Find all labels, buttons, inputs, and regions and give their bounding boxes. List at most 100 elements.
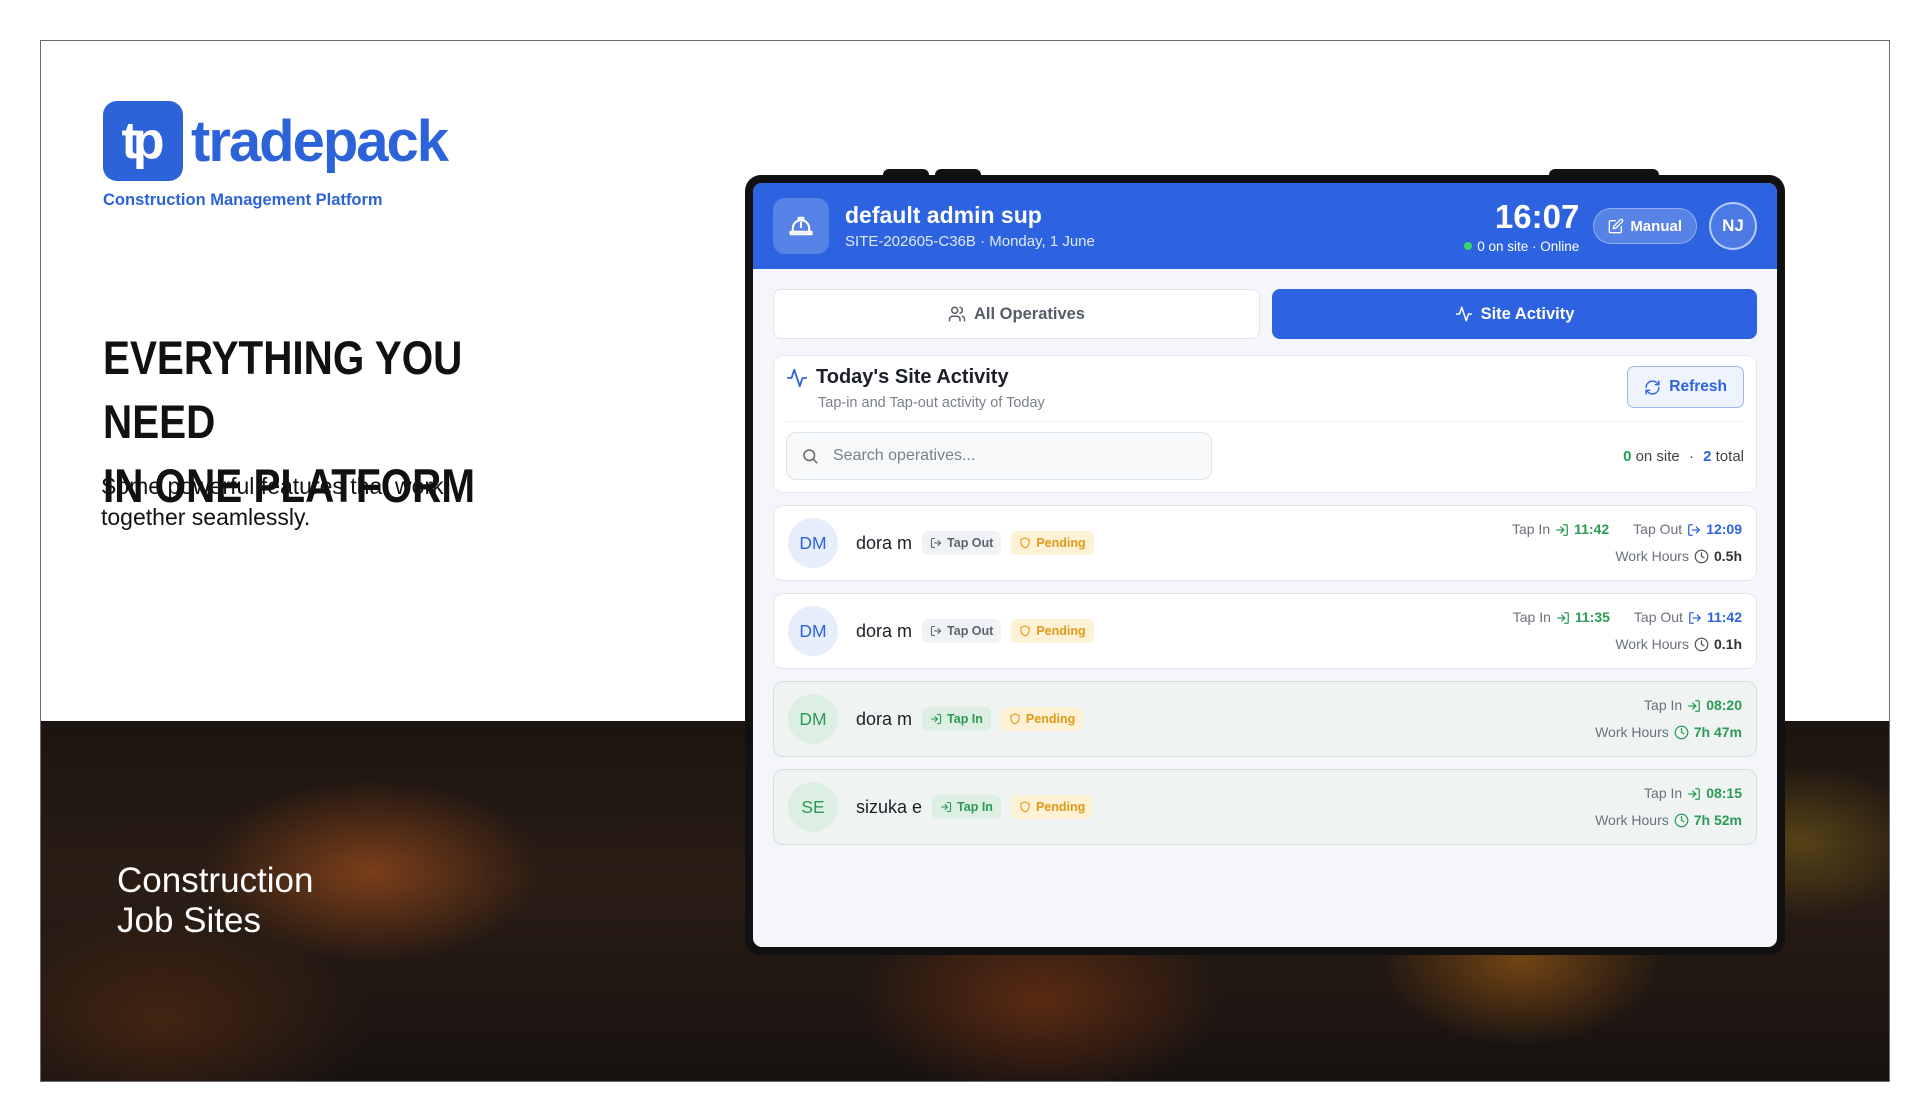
app-header: default admin sup SITE-202605-C36B · Mon… <box>753 183 1777 269</box>
hard-hat-icon <box>773 198 829 254</box>
log-in-icon <box>1688 787 1701 800</box>
activity-row[interactable]: DM dora m Tap Out Pending Tap In 11:35 T… <box>773 593 1757 669</box>
app-screen: default admin sup SITE-202605-C36B · Mon… <box>753 183 1777 947</box>
shield-icon <box>1020 801 1030 813</box>
tab-all-operatives[interactable]: All Operatives <box>773 289 1260 339</box>
status-badge: Tap Out <box>922 619 1002 643</box>
online-dot-icon <box>1464 242 1473 250</box>
tap-in-time: 08:15 <box>1706 785 1742 801</box>
search-icon <box>803 449 818 464</box>
log-in-icon <box>1688 699 1701 712</box>
tab-label: All Operatives <box>974 304 1085 323</box>
activity-row[interactable]: DM dora m Tap In Pending Tap In 08:20 Wo… <box>773 681 1757 757</box>
operative-avatar: DM <box>788 518 838 568</box>
refresh-button[interactable]: Refresh <box>1627 366 1744 408</box>
log-in-icon <box>1556 611 1569 624</box>
log-out-icon <box>930 537 942 549</box>
clock-icon <box>1674 725 1689 740</box>
activity-row[interactable]: DM dora m Tap Out Pending Tap In 11:42 T… <box>773 505 1757 581</box>
search-row: 0 on site · 2 total <box>786 432 1744 480</box>
pending-label: Pending <box>1036 536 1086 550</box>
pending-badge: Pending <box>1010 795 1094 819</box>
activity-icon <box>1455 306 1472 322</box>
tap-times: Tap In 08:20 <box>1595 692 1742 719</box>
view-tabs: All Operatives Site Activity <box>753 269 1777 339</box>
time-summary: Tap In 11:35 Tap Out 11:42 Work Hours 0.… <box>1513 604 1742 658</box>
work-hours: Work Hours 0.1h <box>1513 631 1742 658</box>
panel-header: Today's Site Activity Tap-in and Tap-out… <box>786 366 1744 422</box>
log-in-icon <box>930 713 942 725</box>
log-out-icon <box>1688 523 1701 536</box>
total-label: total <box>1715 447 1744 465</box>
pending-badge: Pending <box>1011 619 1094 643</box>
shield-icon <box>1010 713 1020 725</box>
status-badge: Tap In <box>932 795 1001 819</box>
tap-times: Tap In 11:42 Tap Out 12:09 <box>1512 516 1742 543</box>
tap-in-time: 11:42 <box>1574 521 1610 537</box>
clock-icon <box>1694 549 1709 564</box>
pending-label: Pending <box>1025 712 1076 726</box>
refresh-label: Refresh <box>1669 378 1727 395</box>
tap-out-label: Tap Out <box>1633 521 1683 537</box>
activity-row[interactable]: SE sizuka e Tap In Pending Tap In 08:15 <box>773 769 1757 845</box>
caption-line-1: Construction <box>117 861 314 900</box>
panel-title: Today's Site Activity <box>786 366 1045 389</box>
status-label: Tap In <box>957 800 993 814</box>
logo-wordmark: tradepack <box>191 108 449 174</box>
brand-tagline: Construction Management Platform <box>103 191 383 209</box>
panel-heading: Today's Site Activity Tap-in and Tap-out… <box>786 366 1045 411</box>
tap-out-label: Tap Out <box>1633 609 1683 625</box>
clock-icon <box>1674 813 1689 828</box>
work-hours: Work Hours 7h 47m <box>1595 719 1742 746</box>
tap-in-label: Tap In <box>1512 609 1551 625</box>
operative-avatar: SE <box>788 782 838 832</box>
tap-times: Tap In 08:15 <box>1595 780 1742 807</box>
shield-icon <box>1020 625 1030 637</box>
status-label: Tap Out <box>947 624 994 638</box>
status-label: Tap In <box>947 712 983 726</box>
logo-mark: tp <box>103 101 183 181</box>
status-badge: Tap Out <box>922 531 1002 555</box>
log-in-icon <box>1556 523 1569 536</box>
tap-in-time: 11:35 <box>1574 609 1610 625</box>
device-button <box>1549 169 1659 181</box>
pending-badge: Pending <box>1000 707 1084 731</box>
time-summary: Tap In 08:15 Work Hours 7h 52m <box>1595 780 1742 834</box>
work-hours: Work Hours 7h 52m <box>1595 807 1742 834</box>
header-text: default admin sup SITE-202605-C36B · Mon… <box>845 202 1464 250</box>
log-in-icon <box>940 801 952 813</box>
log-out-icon <box>930 625 942 637</box>
tap-out-time: 11:42 <box>1706 609 1742 625</box>
tap-in-label: Tap In <box>1511 521 1551 537</box>
caption-line-2: Job Sites <box>117 901 261 940</box>
current-time: 16:07 <box>1494 197 1580 235</box>
on-site-label: on site <box>1635 447 1680 465</box>
tab-label: Site Activity <box>1480 304 1575 323</box>
user-avatar[interactable]: NJ <box>1709 202 1757 250</box>
status-label: Tap Out <box>947 536 994 550</box>
count-separator: · <box>1688 447 1694 465</box>
activity-icon <box>786 368 808 387</box>
page-frame: tp tradepack Construction Management Pla… <box>40 40 1890 1082</box>
operative-counts: 0 on site · 2 total <box>1623 448 1744 465</box>
manual-button[interactable]: Manual <box>1593 208 1697 244</box>
operative-name: dora m <box>856 708 913 729</box>
site-activity-panel: Today's Site Activity Tap-in and Tap-out… <box>773 355 1757 493</box>
tap-in-label: Tap In <box>1644 697 1683 713</box>
pending-label: Pending <box>1035 800 1086 814</box>
tradepack-logo: tp tradepack <box>103 101 449 181</box>
tab-site-activity[interactable]: Site Activity <box>1272 289 1757 339</box>
work-hours-value: 7h 47m <box>1693 724 1742 740</box>
operative-name: dora m <box>856 620 913 641</box>
operative-name: sizuka e <box>856 796 923 817</box>
time-summary: Tap In 11:42 Tap Out 12:09 Work Hours 0.… <box>1512 516 1742 570</box>
tap-out-time: 12:09 <box>1706 521 1742 537</box>
search-operatives-input[interactable] <box>833 447 1173 465</box>
clock-icon <box>1694 637 1709 652</box>
refresh-icon <box>1645 379 1660 395</box>
photo-caption: Construction Job Sites <box>117 861 313 941</box>
manual-label: Manual <box>1630 217 1682 235</box>
users-icon <box>948 306 966 322</box>
operative-name: dora m <box>856 532 913 553</box>
total-count: 2 <box>1703 447 1712 465</box>
